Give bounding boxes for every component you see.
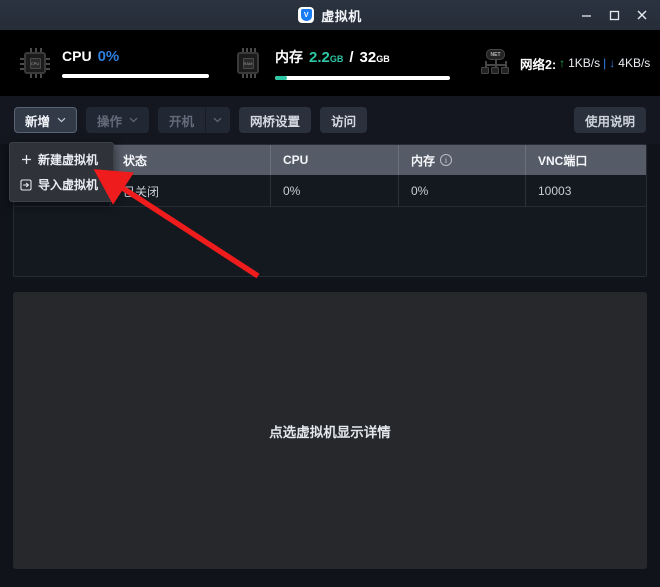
detail-panel: 点选虚拟机显示详情 (13, 292, 647, 569)
memory-stat: RAM 内存 2.2GB / 32GB (231, 46, 450, 80)
cpu-chip-icon: CPU (18, 46, 52, 80)
memory-separator: / (349, 48, 354, 66)
stats-bar: CPU CPU 0% RAM 内存 2.2GB / 32GB NET 网络2: … (0, 30, 660, 96)
upload-arrow-icon: ↑ (559, 56, 566, 70)
bridge-settings-label: 网桥设置 (250, 114, 301, 129)
menu-item-create-vm-label: 新建虚拟机 (38, 153, 99, 167)
network-icon: NET (478, 46, 512, 80)
new-button[interactable]: 新增 (14, 107, 78, 133)
cpu-value: 0% (97, 48, 120, 65)
maximize-icon[interactable] (600, 0, 628, 30)
table-cell-vnc-port: 10003 (538, 184, 572, 198)
help-button-label: 使用说明 (584, 114, 635, 129)
memory-total-unit: GB (376, 53, 390, 64)
table-empty-area (14, 207, 646, 276)
menu-item-create-vm[interactable]: 新建虚拟机 (10, 147, 113, 172)
bridge-settings-button[interactable]: 网桥设置 (239, 107, 312, 133)
table-cell-memory: 0% (399, 175, 526, 207)
chevron-down-icon (57, 116, 66, 125)
ram-chip-icon: RAM (231, 46, 265, 80)
menu-item-import-vm-label: 导入虚拟机 (38, 178, 99, 192)
cpu-stat: CPU CPU 0% (18, 46, 209, 80)
memory-used-unit: GB (329, 53, 344, 64)
chevron-down-icon (213, 116, 222, 125)
toolbar: 新增 操作 开机 网桥设置 访问 使用说明 (0, 96, 660, 144)
cpu-progress-bar (62, 74, 209, 78)
table-header-vnc-port: VNC端口 (538, 153, 588, 168)
memory-used: 2.2 (309, 48, 330, 66)
chevron-down-icon (129, 116, 138, 125)
detail-placeholder: 点选虚拟机显示详情 (269, 424, 391, 440)
table-header-status: 状态 (111, 145, 271, 175)
plus-icon (18, 154, 34, 165)
table-cell-cpu: 0% (271, 175, 399, 207)
power-on-dropdown-button[interactable] (205, 107, 231, 133)
operate-button[interactable]: 操作 (86, 107, 150, 133)
import-icon (18, 178, 34, 191)
power-on-button-label: 开机 (169, 114, 195, 129)
upload-speed: 1KB/s (568, 56, 601, 70)
new-button-label: 新增 (25, 114, 51, 129)
memory-label: 内存 (275, 48, 303, 65)
cpu-label: CPU (62, 48, 92, 64)
network-divider: | (603, 56, 607, 70)
power-on-button[interactable]: 开机 (158, 107, 206, 133)
network-label: 网络2: (520, 57, 557, 72)
minimize-icon[interactable] (572, 0, 600, 30)
download-arrow-icon: ↓ (609, 56, 616, 70)
network-stat: NET 网络2: ↑ 1KB/s | ↓ 4KB/s (478, 46, 650, 80)
memory-total: 32 (359, 48, 377, 66)
operate-button-label: 操作 (97, 114, 123, 129)
close-icon[interactable] (628, 0, 656, 30)
menu-item-import-vm[interactable]: 导入虚拟机 (10, 172, 113, 197)
app-window: V 虚拟机 CPU CPU 0% RAM 内存 2.2GB / 32GB NET… (0, 0, 660, 587)
table-header-memory: 内存 i (399, 145, 526, 175)
title-bar: V 虚拟机 (0, 0, 660, 30)
window-title: 虚拟机 (321, 8, 362, 24)
download-speed: 4KB/s (618, 56, 651, 70)
window-controls (572, 0, 656, 30)
memory-progress-bar (275, 75, 450, 80)
help-button[interactable]: 使用说明 (573, 107, 646, 133)
new-dropdown-menu: 新建虚拟机 导入虚拟机 (9, 142, 114, 202)
table-header-memory-label: 内存 (411, 153, 436, 168)
title-group: V 虚拟机 (298, 6, 362, 25)
info-icon[interactable]: i (440, 154, 453, 166)
access-button-label: 访问 (331, 114, 357, 129)
shield-v-icon: V (298, 7, 315, 23)
access-button[interactable]: 访问 (320, 107, 368, 133)
table-cell-status: 已关闭 (111, 175, 271, 207)
table-header-cpu: CPU (271, 145, 399, 175)
